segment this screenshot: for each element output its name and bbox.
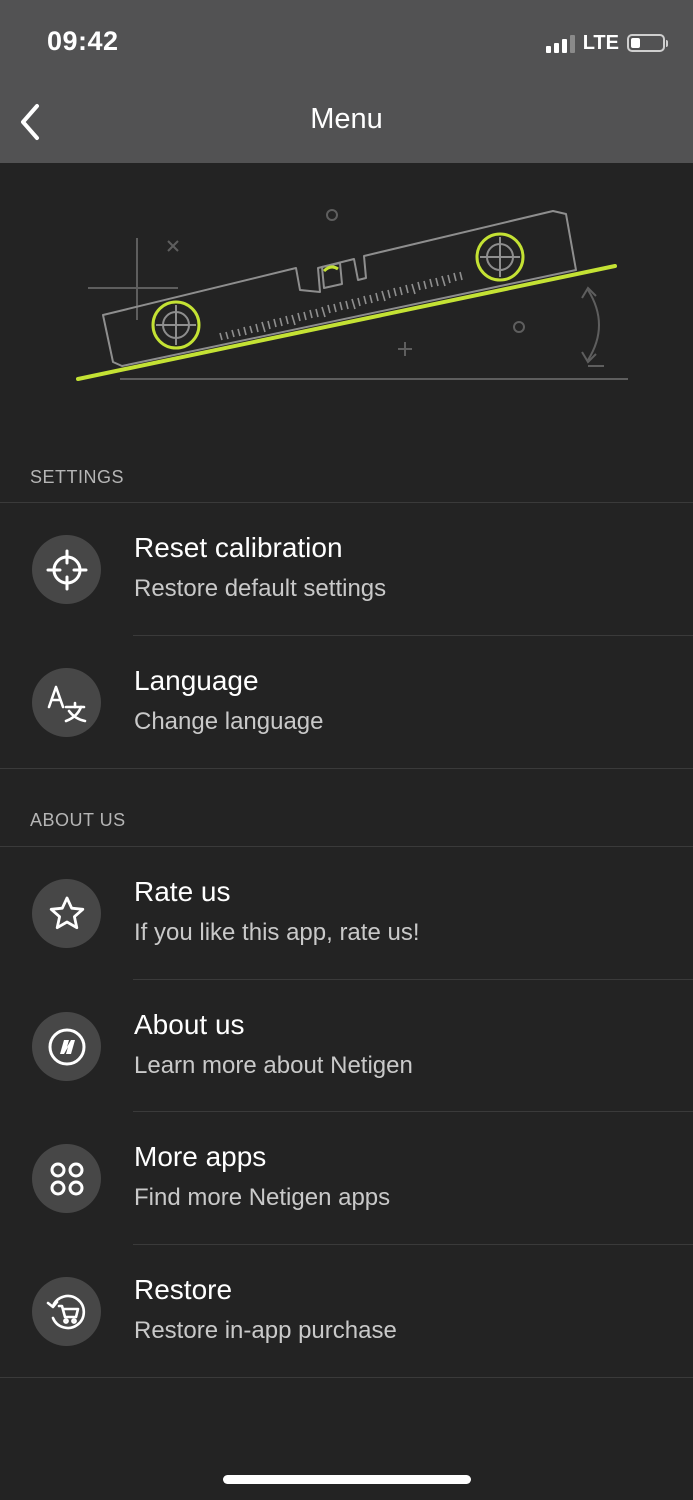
item-subtitle: Learn more about Netigen [134, 1052, 413, 1079]
language-item[interactable]: Language Change language [0, 636, 693, 768]
item-title: Restore [134, 1274, 233, 1305]
status-indicators: LTE [545, 30, 668, 56]
item-title: More apps [134, 1141, 267, 1172]
network-label: LTE [582, 31, 619, 54]
item-title: Reset calibration [134, 532, 343, 563]
restore-cart-icon [32, 1277, 101, 1346]
spirit-level-illustration [76, 209, 628, 381]
rate-us-item[interactable]: Rate us If you like this app, rate us! [0, 847, 693, 979]
item-title: About us [134, 1009, 245, 1040]
signal-icon [545, 33, 575, 53]
item-subtitle: Restore default settings [134, 575, 387, 602]
reset-calibration-item[interactable]: Reset calibration Restore default settin… [0, 503, 693, 635]
navigation-bar: 09:42 LTE Menu [0, 0, 693, 163]
about-section-header: ABOUT US [30, 810, 126, 830]
star-icon [32, 879, 101, 948]
item-subtitle: Change language [134, 708, 324, 735]
battery-icon [627, 34, 668, 52]
item-subtitle: If you like this app, rate us! [134, 919, 420, 946]
item-title: Language [134, 665, 259, 696]
more-apps-item[interactable]: More apps Find more Netigen apps [0, 1112, 693, 1244]
crosshair-icon [32, 535, 101, 604]
settings-section-header: SETTINGS [30, 467, 125, 487]
status-time: 09:42 [47, 26, 119, 56]
home-indicator[interactable] [223, 1475, 471, 1484]
apps-grid-icon [32, 1144, 101, 1213]
restore-item[interactable]: Restore Restore in-app purchase [0, 1245, 693, 1377]
about-us-item[interactable]: About us Learn more about Netigen [0, 980, 693, 1112]
item-title: Rate us [134, 876, 231, 907]
divider [0, 1377, 693, 1378]
page-title: Menu [310, 103, 383, 135]
divider [0, 768, 693, 769]
translate-icon [32, 668, 101, 737]
netigen-logo-icon [32, 1012, 101, 1081]
item-subtitle: Find more Netigen apps [134, 1184, 391, 1211]
item-subtitle: Restore in-app purchase [134, 1317, 397, 1344]
